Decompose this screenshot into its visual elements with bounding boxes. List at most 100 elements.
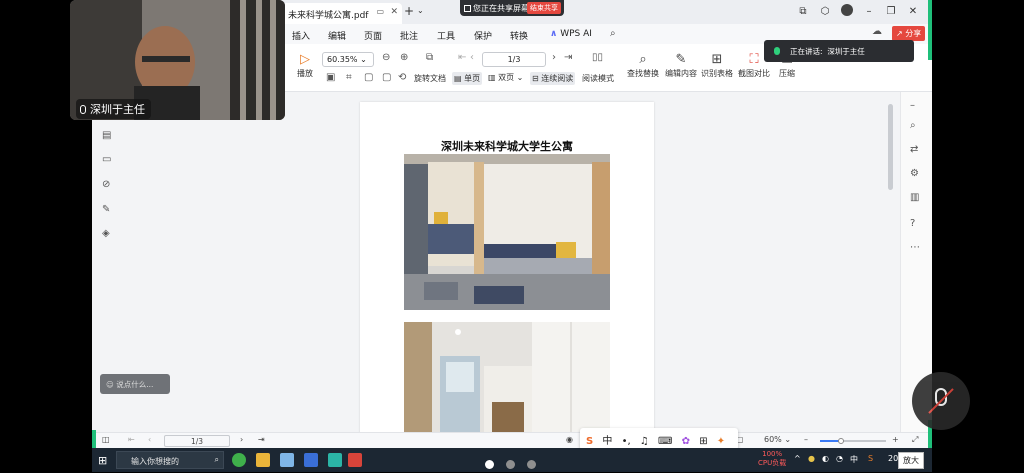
zoom-in-icon[interactable]: + — [892, 435, 899, 444]
play-button[interactable]: ▷ 播放 — [295, 52, 315, 79]
reading-mode-button[interactable]: 阅读模式 — [582, 73, 614, 84]
collapse-icon[interactable]: – — [910, 100, 915, 111]
sign-icon[interactable]: ✎ — [102, 204, 110, 215]
translate-icon[interactable]: ⇄ — [910, 144, 918, 155]
chevron-up-icon[interactable]: ^ — [794, 454, 801, 463]
eye-icon[interactable]: ◉ — [566, 435, 573, 444]
menu-insert[interactable]: 插入 — [292, 29, 310, 42]
status-zoom[interactable]: 60% ⌄ — [764, 435, 791, 444]
search-icon[interactable]: ⌕ — [610, 28, 616, 39]
menu-edit[interactable]: 编辑 — [328, 29, 346, 42]
keyboard-icon[interactable]: ⌨ — [658, 436, 672, 447]
tab-screen-icon[interactable]: ▭ — [376, 7, 384, 16]
sogou-icon[interactable]: S — [586, 436, 593, 447]
book-icon[interactable]: ▯▯ — [592, 52, 603, 63]
menu-tools[interactable]: 工具 — [437, 29, 455, 42]
wifi-icon[interactable]: ◔ — [836, 454, 843, 463]
close-tab-icon[interactable]: ✕ — [390, 7, 398, 17]
single-page-button[interactable]: ▤ 单页 — [452, 72, 483, 85]
bookmark-icon[interactable]: ▥ — [910, 192, 919, 203]
new-tab-icon[interactable]: + — [404, 4, 414, 18]
app-icon[interactable] — [280, 453, 294, 467]
zoom-in-icon[interactable]: ⊕ — [400, 52, 408, 63]
search-icon[interactable]: ⌕ — [910, 120, 916, 131]
restore-icon[interactable]: ⧉ — [792, 6, 814, 17]
sogou-tray-icon[interactable]: S — [868, 454, 873, 463]
zoom-slider-knob[interactable] — [838, 438, 845, 444]
page-input[interactable]: 1/3 — [482, 52, 546, 67]
ime-lang-tray[interactable]: 中 — [850, 454, 858, 465]
first-page-icon[interactable]: ⇤ — [128, 435, 135, 444]
taskbar-search[interactable]: 输入你想搜的 ⌕ — [116, 451, 224, 469]
last-page-icon[interactable]: ⇥ — [564, 52, 572, 63]
network-icon[interactable]: ◐ — [822, 454, 829, 463]
chat-input[interactable]: ☺ 说点什么... — [100, 374, 170, 394]
cloud-icon[interactable]: ☁ — [872, 26, 882, 37]
dot[interactable] — [527, 460, 536, 469]
settings-sliders-icon[interactable]: ⚙ — [910, 168, 919, 179]
skin-icon[interactable]: ✿ — [682, 436, 690, 447]
share-button[interactable]: ↗ 分享 — [892, 26, 926, 41]
zoom-out-icon[interactable]: – — [804, 435, 808, 444]
tool-icon[interactable]: ✦ — [717, 436, 725, 447]
layers-icon[interactable]: ◈ — [102, 228, 110, 239]
fullscreen-icon[interactable]: ⤢ — [912, 435, 918, 445]
fit-icon[interactable]: ▣ — [326, 72, 335, 83]
vertical-scrollbar[interactable] — [888, 104, 893, 190]
rotate-doc-button[interactable]: 旋转文档 — [414, 73, 446, 84]
folder-icon[interactable] — [256, 453, 270, 467]
cube-icon[interactable]: ⬡ — [814, 6, 836, 17]
wps-icon[interactable] — [348, 453, 362, 467]
dot-active[interactable] — [485, 460, 494, 469]
wechat-icon[interactable] — [232, 453, 246, 467]
dot[interactable] — [506, 460, 515, 469]
menu-convert[interactable]: 转换 — [510, 29, 528, 42]
tray-app-icon[interactable]: ● — [808, 454, 815, 463]
copy-icon[interactable]: ⧉ — [426, 52, 433, 63]
double-page-button[interactable]: ▥ 双页 ⌄ — [488, 72, 523, 83]
grid-icon[interactable]: ⊞ — [699, 436, 707, 447]
menu-protect[interactable]: 保护 — [474, 29, 492, 42]
mic-icon[interactable]: ♫ — [640, 436, 649, 447]
menu-annotate[interactable]: 批注 — [400, 29, 418, 42]
continuous-read-button[interactable]: ⊟ 连续阅读 — [530, 72, 576, 85]
zoom-out-icon[interactable]: ⊖ — [382, 52, 390, 63]
menu-wps-ai[interactable]: ∧ WPS AI — [550, 29, 592, 39]
document-tab[interactable]: 未来科学城公寓.pdf ▭ ✕ — [282, 3, 402, 24]
app-icon[interactable] — [328, 453, 342, 467]
mute-button[interactable] — [912, 372, 970, 430]
crop-icon[interactable]: ⌗ — [346, 72, 352, 83]
find-replace-button[interactable]: ⌕ 查找替换 — [626, 52, 660, 79]
zoom-slider[interactable] — [820, 438, 886, 444]
punctuation-icon[interactable]: •, — [622, 436, 631, 447]
edit-content-button[interactable]: ✎ 编辑内容 — [664, 52, 698, 79]
status-page-input[interactable]: 1/3 — [164, 435, 230, 447]
minimize-icon[interactable]: – — [858, 6, 880, 17]
windows-start-icon[interactable]: ⊞ — [98, 454, 110, 467]
frame-alt-icon[interactable]: ▢ — [382, 72, 391, 83]
comment-icon[interactable]: ▭ — [102, 154, 111, 165]
thumbnail-icon[interactable]: ▤ — [102, 130, 111, 141]
last-page-icon[interactable]: ⇥ — [258, 435, 265, 444]
sidebar-toggle-icon[interactable]: ◫ — [102, 435, 110, 444]
frame-icon[interactable]: ▢ — [364, 72, 373, 83]
app-icon[interactable] — [304, 453, 318, 467]
menu-page[interactable]: 页面 — [364, 29, 382, 42]
attachment-icon[interactable]: ⊘ — [102, 179, 110, 190]
maximize-icon[interactable]: ❐ — [880, 6, 902, 17]
next-page-icon[interactable]: › — [552, 52, 556, 63]
help-icon[interactable]: ? — [910, 218, 915, 229]
chevron-down-icon[interactable]: ⌄ — [417, 6, 424, 15]
prev-page-icon[interactable]: ‹ — [148, 435, 151, 444]
next-page-icon[interactable]: › — [240, 435, 243, 444]
avatar[interactable] — [836, 4, 858, 17]
first-page-icon[interactable]: ⇤ — [458, 52, 466, 63]
rotate-icon[interactable]: ⟲ — [398, 72, 406, 83]
prev-page-icon[interactable]: ‹ — [470, 52, 474, 63]
end-share-button[interactable]: 结束共享 — [527, 2, 561, 14]
more-icon[interactable]: ⋯ — [910, 242, 920, 253]
ime-lang[interactable]: 中 — [602, 436, 612, 447]
close-icon[interactable]: ✕ — [902, 6, 924, 17]
recognize-table-button[interactable]: ⊞ 识别表格 — [700, 52, 734, 79]
zoom-select[interactable]: 60.35% ⌄ — [322, 52, 374, 67]
